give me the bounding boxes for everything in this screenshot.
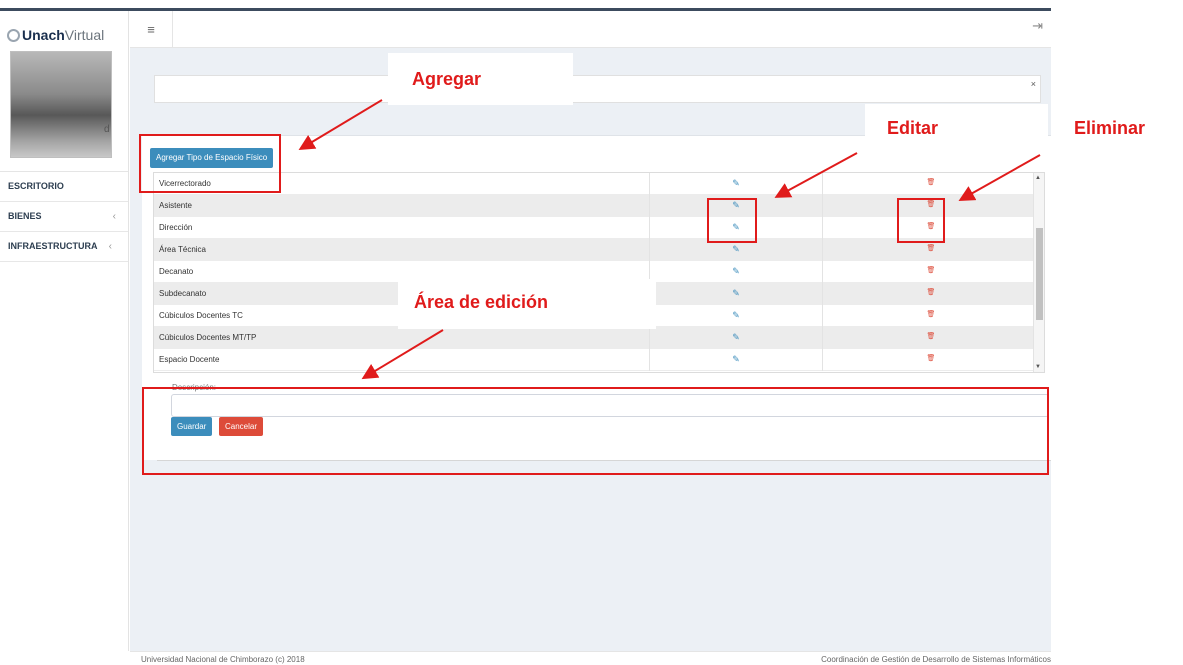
footer: Universidad Nacional de Chimborazo (c) 2… bbox=[130, 651, 1051, 665]
edit-icon[interactable]: ✎ bbox=[649, 261, 823, 283]
row-description: Área Técnica bbox=[159, 245, 206, 254]
callout-editar: Editar bbox=[865, 104, 1048, 164]
add-space-type-button[interactable]: Agregar Tipo de Espacio Físico bbox=[150, 148, 274, 168]
callout-eliminar-text: Eliminar bbox=[1074, 118, 1146, 138]
delete-icon[interactable]: 🗑 bbox=[824, 173, 1038, 195]
sidebar-item-infraestructura[interactable]: INFRAESTRUCTURA ‹ bbox=[0, 232, 128, 262]
menu-toggle-icon[interactable]: ≡ bbox=[130, 11, 173, 48]
delete-icon[interactable]: 🗑 bbox=[824, 327, 1038, 349]
user-avatar bbox=[10, 51, 112, 158]
logo-ring-icon bbox=[7, 28, 20, 42]
sidebar-item-label: ESCRITORIO bbox=[8, 181, 64, 191]
sidebar-item-bienes[interactable]: BIENES ‹ bbox=[0, 202, 128, 232]
edit-icon[interactable]: ✎ bbox=[649, 173, 823, 195]
row-description: Asistente bbox=[159, 201, 192, 210]
callout-area-edicion: Área de edición bbox=[398, 279, 656, 329]
callout-agregar-text: Agregar bbox=[412, 69, 482, 89]
sidebar-item-label: INFRAESTRUCTURA bbox=[8, 241, 98, 251]
logo-bold-text: Unach bbox=[22, 27, 65, 43]
table-row[interactable]: Dirección ✎ 🗑 bbox=[154, 217, 1044, 239]
row-description: Espacio Docente bbox=[159, 355, 220, 364]
logout-icon[interactable]: ⇥ bbox=[1032, 18, 1043, 34]
edit-icon[interactable]: ✎ bbox=[649, 283, 823, 305]
callout-editar-text: Editar bbox=[887, 118, 939, 138]
cancel-button[interactable]: Cancelar bbox=[219, 417, 264, 436]
sidebar: Unach Virtual d ESCRITORIO BIENES ‹ INFR… bbox=[0, 11, 129, 651]
scroll-up-icon[interactable]: ▲ bbox=[1035, 175, 1041, 181]
edit-icon[interactable]: ✎ bbox=[649, 239, 823, 261]
delete-icon[interactable]: 🗑 bbox=[824, 305, 1038, 327]
grid-scrollbar[interactable]: ▲ ▼ bbox=[1033, 173, 1044, 372]
row-description: Decanato bbox=[159, 267, 194, 276]
row-description: Dirección bbox=[159, 223, 193, 232]
table-row[interactable]: Vicerrectorado ✎ 🗑 bbox=[154, 173, 1044, 195]
app-logo[interactable]: Unach Virtual bbox=[7, 25, 104, 45]
scroll-down-icon[interactable]: ▼ bbox=[1035, 364, 1041, 370]
sidebar-item-label: BIENES bbox=[8, 211, 42, 221]
row-description: Cúbiculos Docentes TC bbox=[159, 311, 243, 320]
row-description: Cúbiculos Docentes MT/TP bbox=[159, 333, 257, 342]
edit-icon[interactable]: ✎ bbox=[649, 305, 823, 327]
sidebar-item-escritorio[interactable]: ESCRITORIO bbox=[0, 172, 128, 202]
sidebar-menu: ESCRITORIO BIENES ‹ INFRAESTRUCTURA ‹ bbox=[0, 171, 128, 262]
page: Unach Virtual d ESCRITORIO BIENES ‹ INFR… bbox=[0, 0, 1183, 665]
chevron-left-icon: ‹ bbox=[108, 241, 112, 252]
delete-icon[interactable]: 🗑 bbox=[824, 261, 1038, 283]
footer-copyright: Universidad Nacional de Chimborazo (c) 2… bbox=[141, 655, 305, 664]
edit-icon[interactable]: ✎ bbox=[649, 217, 823, 239]
close-icon[interactable]: × bbox=[1031, 79, 1036, 89]
top-header: ≡ ⇥ bbox=[130, 11, 1051, 48]
edit-icon[interactable]: ✎ bbox=[649, 327, 823, 349]
chevron-left-icon: ‹ bbox=[112, 211, 116, 222]
description-input[interactable] bbox=[171, 394, 1049, 417]
top-box: × bbox=[154, 75, 1041, 103]
save-button[interactable]: Guardar bbox=[171, 417, 213, 436]
description-label: Descripción: bbox=[172, 383, 217, 392]
delete-icon[interactable]: 🗑 bbox=[824, 349, 1038, 371]
logo-light-text: Virtual bbox=[64, 27, 105, 43]
delete-icon[interactable]: 🗑 bbox=[824, 217, 1038, 239]
table-row[interactable]: Cúbiculos Docentes MT/TP ✎ 🗑 bbox=[154, 327, 1044, 349]
edit-form: Descripción: Guardar Cancelar bbox=[157, 376, 1051, 461]
callout-eliminar: Eliminar bbox=[1072, 118, 1172, 148]
edit-icon[interactable]: ✎ bbox=[649, 195, 823, 217]
delete-icon[interactable]: 🗑 bbox=[824, 283, 1038, 305]
footer-credits: Coordinación de Gestión de Desarrollo de… bbox=[821, 655, 1051, 664]
edit-icon[interactable]: ✎ bbox=[649, 349, 823, 371]
callout-area-edicion-text: Área de edición bbox=[414, 292, 549, 312]
delete-icon[interactable]: 🗑 bbox=[824, 239, 1038, 261]
user-name-fragment: d bbox=[104, 124, 110, 135]
row-description: Vicerrectorado bbox=[159, 179, 211, 188]
table-row[interactable]: Asistente ✎ 🗑 bbox=[154, 195, 1044, 217]
callout-agregar: Agregar bbox=[388, 53, 573, 105]
table-row[interactable]: Espacio Docente ✎ 🗑 bbox=[154, 349, 1044, 371]
row-description: Subdecanato bbox=[159, 289, 207, 298]
delete-icon[interactable]: 🗑 bbox=[824, 195, 1038, 217]
space-types-grid: Vicerrectorado ✎ 🗑 Asistente ✎ 🗑 Direcci… bbox=[153, 172, 1045, 373]
scroll-thumb[interactable] bbox=[1036, 228, 1043, 320]
table-row[interactable]: Área Técnica ✎ 🗑 bbox=[154, 239, 1044, 261]
